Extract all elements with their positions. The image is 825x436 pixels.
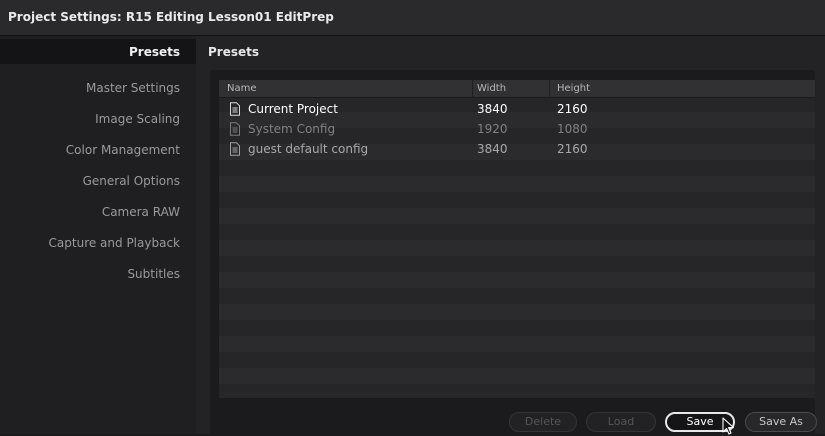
preset-height: 2160 <box>557 142 588 156</box>
sidebar-item-color-management[interactable]: Color Management <box>66 143 180 157</box>
mouse-pointer-icon <box>722 417 735 435</box>
preset-width: 1920 <box>477 122 508 136</box>
presets-main-panel: Presets Name Width Height Current Projec… <box>196 36 825 436</box>
preset-height: 1080 <box>557 122 588 136</box>
preset-name: guest default config <box>248 142 369 156</box>
sidebar-item-label: Presets <box>128 45 180 59</box>
column-divider[interactable] <box>472 80 473 98</box>
sidebar-item-master-settings[interactable]: Master Settings <box>86 81 180 95</box>
project-settings-window: Project Settings: R15 Editing Lesson01 E… <box>0 0 825 436</box>
save-as-button[interactable]: Save As <box>745 412 817 432</box>
column-header-width[interactable]: Width <box>477 83 506 94</box>
table-header: Name Width Height <box>219 80 815 98</box>
window-title: Project Settings: R15 Editing Lesson01 E… <box>8 10 334 24</box>
sidebar-item-capture-and-playback[interactable]: Capture and Playback <box>49 236 180 250</box>
sidebar-item-image-scaling[interactable]: Image Scaling <box>95 112 180 126</box>
sidebar-item-subtitles[interactable]: Subtitles <box>127 267 180 281</box>
preset-width: 3840 <box>477 102 508 116</box>
document-icon <box>230 102 240 116</box>
sidebar-item-general-options[interactable]: General Options <box>83 174 180 188</box>
column-header-name[interactable]: Name <box>227 83 257 94</box>
table-row[interactable]: Current Project 3840 2160 <box>219 100 815 119</box>
document-icon <box>230 142 240 156</box>
column-divider[interactable] <box>549 80 550 98</box>
sidebar-item-camera-raw[interactable]: Camera RAW <box>102 205 180 219</box>
load-button[interactable]: Load <box>586 412 656 432</box>
preset-width: 3840 <box>477 142 508 156</box>
page-title: Presets <box>208 45 260 59</box>
preset-height: 2160 <box>557 102 588 116</box>
preset-name: System Config <box>248 122 336 136</box>
presets-table: Name Width Height Current Project 3840 2… <box>219 80 815 398</box>
table-row[interactable]: guest default config 3840 2160 <box>219 140 815 159</box>
table-row[interactable]: System Config 1920 1080 <box>219 120 815 139</box>
column-header-height[interactable]: Height <box>557 83 590 94</box>
settings-sidebar: Presets Master Settings Image Scaling Co… <box>0 36 196 434</box>
preset-name: Current Project <box>248 102 338 116</box>
title-bar: Project Settings: R15 Editing Lesson01 E… <box>0 0 825 36</box>
document-icon <box>230 122 240 136</box>
sidebar-item-presets[interactable]: Presets <box>0 39 196 64</box>
delete-button[interactable]: Delete <box>509 412 577 432</box>
